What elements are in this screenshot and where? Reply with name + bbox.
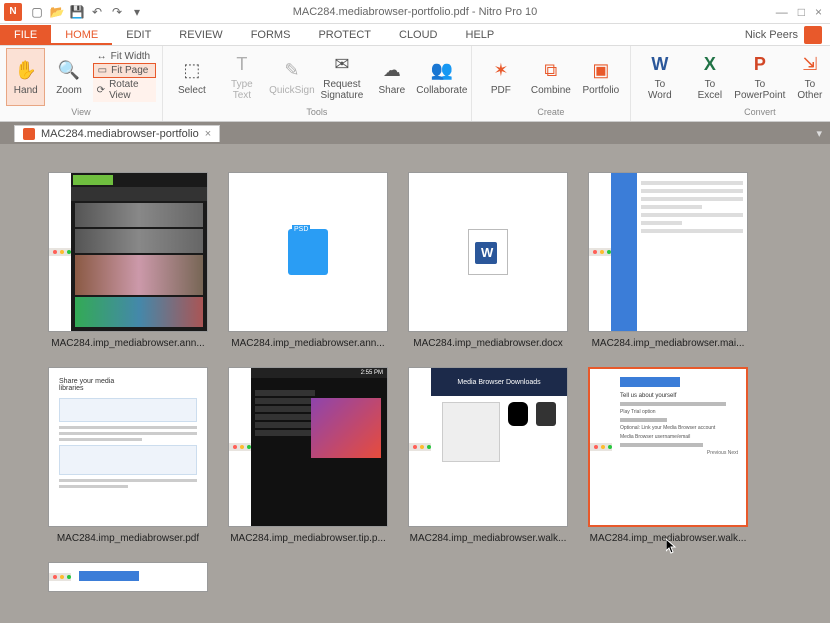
ribbon-group-convert: WTo Word XTo Excel PTo PowerPoint ⇲To Ot… (631, 46, 830, 121)
item-caption: MAC284.imp_mediabrowser.tip.p... (230, 533, 386, 544)
word-icon: W (648, 53, 672, 77)
portfolio-item[interactable]: MAC284.imp_mediabrowser.docx (408, 172, 568, 349)
tab-forms[interactable]: FORMS (237, 25, 305, 45)
zoom-icon: 🔍 (57, 59, 81, 83)
file-menu[interactable]: FILE (0, 25, 51, 45)
portfolio-item[interactable]: Share your media libraries MAC284.imp_me… (48, 367, 208, 544)
user-name: Nick Peers (745, 29, 798, 41)
combine-button[interactable]: ⧉Combine (528, 48, 574, 106)
portfolio-item[interactable]: 2:55 PM MAC284.imp_mediabrowser.tip.p... (228, 367, 388, 544)
user-area[interactable]: Nick Peers (745, 26, 830, 44)
rotate-icon: ⟳ (97, 85, 105, 96)
tab-home[interactable]: HOME (51, 25, 112, 45)
tab-cloud[interactable]: CLOUD (385, 25, 452, 45)
select-icon: ⬚ (180, 59, 204, 83)
rotate-view-button[interactable]: ⟳Rotate View (93, 78, 156, 102)
fit-width-button[interactable]: ↔Fit Width (93, 50, 156, 63)
collaborate-button[interactable]: 👥Collaborate (419, 48, 465, 106)
portfolio-item-selected[interactable]: Tell us about yourselfPlay Trial optionO… (588, 367, 748, 544)
user-avatar-icon (804, 26, 822, 44)
collaborate-icon: 👥 (430, 59, 454, 83)
portfolio-grid: MAC284.imp_mediabrowser.ann... MAC284.im… (48, 172, 782, 592)
title-bar: N ▢ 📂 💾 ↶ ↷ ▾ MAC284.mediabrowser-portfo… (0, 0, 830, 24)
item-caption: MAC284.imp_mediabrowser.ann... (51, 338, 204, 349)
doc-tab-close-icon[interactable]: × (205, 128, 211, 140)
maximize-button[interactable]: □ (798, 5, 805, 19)
document-tab[interactable]: MAC284.mediabrowser-portfolio × (14, 125, 220, 142)
zoom-button[interactable]: 🔍 Zoom (49, 48, 88, 106)
menu-bar: FILE HOME EDIT REVIEW FORMS PROTECT CLOU… (0, 24, 830, 46)
close-button[interactable]: × (815, 5, 822, 19)
window-title: MAC284.mediabrowser-portfolio.pdf - Nitr… (293, 6, 538, 18)
combine-icon: ⧉ (539, 59, 563, 83)
quick-access-toolbar: N ▢ 📂 💾 ↶ ↷ ▾ (0, 3, 146, 21)
tab-edit[interactable]: EDIT (112, 25, 165, 45)
to-other-button[interactable]: ⇲To Other (787, 48, 830, 106)
ribbon-group-create: ✶PDF ⧉Combine ▣Portfolio Create (472, 46, 631, 121)
excel-icon: X (698, 53, 722, 77)
ribbon-group-view: ✋ Hand 🔍 Zoom ↔Fit Width ▭Fit Page ⟳Rota… (0, 46, 163, 121)
redo-icon[interactable]: ↷ (108, 3, 126, 21)
fit-page-button[interactable]: ▭Fit Page (93, 63, 156, 78)
hand-icon: ✋ (14, 59, 38, 83)
portfolio-item[interactable]: Media Browser Downloads MAC284.imp_media… (408, 367, 568, 544)
portfolio-icon: ▣ (589, 59, 613, 83)
item-caption: MAC284.imp_mediabrowser.walk... (590, 533, 747, 544)
share-button[interactable]: ☁Share (369, 48, 415, 106)
minimize-button[interactable]: — (776, 5, 788, 19)
document-tab-bar: MAC284.mediabrowser-portfolio × ▾ (0, 122, 830, 144)
doc-tab-icon (23, 128, 35, 140)
tab-review[interactable]: REVIEW (165, 25, 236, 45)
pdf-icon: ✶ (489, 59, 513, 83)
portfolio-item[interactable]: MAC284.imp_mediabrowser.ann... (228, 172, 388, 349)
app-icon: N (4, 3, 22, 21)
fit-width-icon: ↔ (97, 51, 107, 62)
pdf-button[interactable]: ✶PDF (478, 48, 524, 106)
ribbon: ✋ Hand 🔍 Zoom ↔Fit Width ▭Fit Page ⟳Rota… (0, 46, 830, 122)
doctab-dropdown-icon[interactable]: ▾ (816, 127, 830, 140)
to-powerpoint-button[interactable]: PTo PowerPoint (737, 48, 783, 106)
tab-protect[interactable]: PROTECT (304, 25, 385, 45)
item-caption: MAC284.imp_mediabrowser.walk... (410, 533, 567, 544)
to-word-button[interactable]: WTo Word (637, 48, 683, 106)
tab-help[interactable]: HELP (452, 25, 509, 45)
item-caption: MAC284.imp_mediabrowser.docx (413, 338, 563, 349)
new-icon[interactable]: ▢ (28, 3, 46, 21)
to-other-icon: ⇲ (798, 53, 822, 77)
quicksign-button[interactable]: ✎QuickSign (269, 48, 315, 106)
doc-tab-label: MAC284.mediabrowser-portfolio (41, 128, 199, 140)
type-text-button[interactable]: TType Text (219, 48, 265, 106)
type-text-icon: T (230, 53, 254, 77)
portfolio-item[interactable] (48, 562, 208, 592)
quicksign-icon: ✎ (280, 59, 304, 83)
portfolio-item[interactable]: MAC284.imp_mediabrowser.mai... (588, 172, 748, 349)
request-signature-icon: ✉ (330, 53, 354, 77)
qat-dropdown-icon[interactable]: ▾ (128, 3, 146, 21)
powerpoint-icon: P (748, 53, 772, 77)
select-button[interactable]: ⬚Select (169, 48, 215, 106)
to-excel-button[interactable]: XTo Excel (687, 48, 733, 106)
item-caption: MAC284.imp_mediabrowser.ann... (231, 338, 384, 349)
portfolio-item[interactable]: MAC284.imp_mediabrowser.ann... (48, 172, 208, 349)
portfolio-workspace[interactable]: MAC284.imp_mediabrowser.ann... MAC284.im… (0, 144, 830, 623)
ribbon-group-tools: ⬚Select TType Text ✎QuickSign ✉Request S… (163, 46, 472, 121)
window-controls: — □ × (776, 5, 830, 19)
portfolio-button[interactable]: ▣Portfolio (578, 48, 624, 106)
share-icon: ☁ (380, 59, 404, 83)
request-signature-button[interactable]: ✉Request Signature (319, 48, 365, 106)
fit-page-icon: ▭ (98, 65, 107, 76)
item-caption: MAC284.imp_mediabrowser.pdf (57, 533, 199, 544)
save-icon[interactable]: 💾 (68, 3, 86, 21)
hand-tool-button[interactable]: ✋ Hand (6, 48, 45, 106)
open-icon[interactable]: 📂 (48, 3, 66, 21)
item-caption: MAC284.imp_mediabrowser.mai... (592, 338, 745, 349)
undo-icon[interactable]: ↶ (88, 3, 106, 21)
